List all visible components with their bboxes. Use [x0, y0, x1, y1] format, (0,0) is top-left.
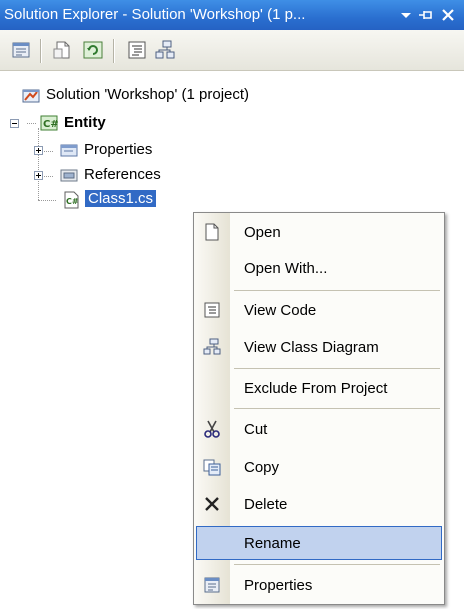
csharp-file-icon: C#: [64, 191, 79, 209]
references-folder-icon: [60, 169, 78, 182]
solution-icon: [22, 89, 40, 103]
svg-text:C#: C#: [43, 119, 58, 130]
close-icon[interactable]: [438, 5, 458, 25]
csharp-project-icon: C#: [40, 115, 58, 131]
properties-folder-icon: [60, 144, 78, 157]
menu-item-view-code[interactable]: View Code: [196, 293, 442, 327]
menu-item-properties[interactable]: Properties: [196, 568, 442, 602]
properties-label: Properties: [84, 141, 153, 158]
menu-item-rename[interactable]: Rename: [196, 526, 442, 560]
references-label: References: [84, 166, 161, 183]
show-all-files-icon[interactable]: [52, 39, 74, 61]
menu-item-delete[interactable]: Delete: [196, 487, 442, 521]
view-class-diagram-icon[interactable]: [154, 39, 176, 61]
class-diagram-icon: [203, 338, 221, 355]
tree-item-project[interactable]: C# Entity: [0, 112, 360, 134]
properties-icon[interactable]: [10, 39, 32, 61]
menu-item-copy[interactable]: Copy: [196, 450, 442, 484]
window-title: Solution Explorer - Solution 'Workshop' …: [4, 6, 306, 23]
class-file-label: Class1.cs: [83, 189, 158, 208]
title-bar: Solution Explorer - Solution 'Workshop' …: [0, 0, 464, 30]
expand-icon[interactable]: [34, 146, 43, 155]
context-menu: Open Open With... View Code View Class D…: [193, 212, 445, 605]
svg-text:C#: C#: [66, 197, 79, 206]
menu-item-exclude-from-project[interactable]: Exclude From Project: [196, 371, 442, 405]
solution-label: Solution 'Workshop' (1 project): [46, 86, 250, 103]
menu-item-open[interactable]: Open: [196, 215, 442, 249]
tree-item-solution[interactable]: Solution 'Workshop' (1 project): [0, 84, 360, 106]
view-code-icon: [204, 302, 220, 318]
pin-icon[interactable]: [416, 5, 436, 25]
open-file-icon: [205, 223, 219, 241]
view-code-icon[interactable]: [126, 39, 148, 61]
solution-explorer-toolbar: [0, 30, 464, 71]
menu-item-cut[interactable]: Cut: [196, 412, 442, 446]
menu-item-open-with[interactable]: Open With...: [196, 251, 442, 285]
refresh-icon[interactable]: [82, 39, 104, 61]
tree-item-class-file[interactable]: C# Class1.cs: [0, 189, 360, 211]
delete-icon: [205, 497, 219, 511]
tree-item-references[interactable]: References: [0, 164, 360, 186]
dropdown-arrow-icon[interactable]: [396, 5, 416, 25]
scissors-icon: [204, 420, 220, 438]
properties-icon: [204, 577, 220, 593]
project-label: Entity: [64, 114, 106, 131]
copy-icon: [203, 459, 221, 476]
expand-icon[interactable]: [34, 171, 43, 180]
collapse-icon[interactable]: [10, 119, 19, 128]
menu-item-view-class-diagram[interactable]: View Class Diagram: [196, 330, 442, 364]
tree-item-properties[interactable]: Properties: [0, 139, 360, 161]
